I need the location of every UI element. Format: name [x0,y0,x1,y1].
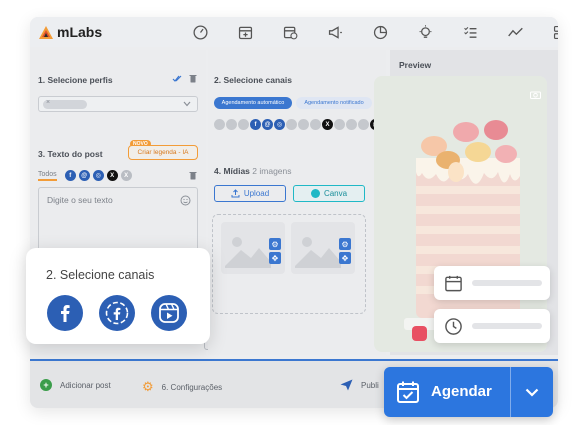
chevron-down-icon[interactable] [525,388,539,397]
checklist-icon[interactable] [448,17,493,47]
channel-icons-row: f @ ◎ X @ [214,119,381,130]
channel-icon[interactable] [214,119,225,130]
chevron-down-icon[interactable] [183,101,191,107]
calendar-icon [445,275,462,292]
brand-name: mLabs [57,24,103,40]
instagram-icon[interactable]: ◎ [92,170,104,181]
facebook-reels-icon[interactable] [151,295,187,331]
apps-icon[interactable] [538,17,558,47]
channel-icon[interactable] [238,119,249,130]
pie-chart-icon[interactable] [358,17,403,47]
trash-icon[interactable] [189,74,197,83]
channel-icon[interactable] [334,119,345,130]
x-icon[interactable]: X [322,119,333,130]
tab-all[interactable]: Todos [38,171,57,181]
facebook-icon[interactable] [47,295,83,331]
time-placeholder-bar [472,323,542,329]
send-icon [340,379,353,391]
upload-label: Upload [243,189,270,198]
settings-label: 6. Configurações [161,382,223,392]
gear-icon: ⚙ [142,379,154,394]
channel-icon[interactable] [346,119,357,130]
publish-label: Publi [361,380,379,390]
camera-icon[interactable] [530,90,541,99]
trash-icon[interactable] [189,171,197,180]
clock-icon [445,318,462,335]
main-toolbar [178,17,558,47]
popup-title: 2. Selecione canais [46,268,155,282]
plus-icon: + [40,379,52,391]
post-text-placeholder: Digite o seu texto [47,195,113,205]
x-disabled-icon[interactable]: X [120,170,132,181]
channels-title: 2. Selecione canais [214,75,292,85]
button-divider [510,367,511,417]
canva-label: Canva [323,189,348,198]
double-check-icon[interactable] [172,75,182,83]
ai-caption-button[interactable]: Criar legenda - IA [128,145,198,160]
schedule-button-label: Agendar [431,383,492,400]
move-icon[interactable]: ✥ [269,252,281,264]
upload-icon [231,189,240,198]
media-title: 4. Mídias 2 imagens [214,166,292,176]
profiles-title: 1. Selecione perfis [38,75,113,85]
calendar-check-icon [397,381,419,403]
schedule-button[interactable]: Agendar [384,367,553,417]
media-count: 2 imagens [252,166,292,176]
channel-icon[interactable] [298,119,309,130]
threads-icon[interactable]: @ [78,170,90,181]
calendar-add-icon[interactable] [223,17,268,47]
publish-button[interactable]: Publi [340,379,379,391]
channel-icon[interactable] [358,119,369,130]
settings-button[interactable]: ⚙ 6. Configurações [142,379,222,395]
notified-schedule-option[interactable]: Agendamento notificado [296,97,372,109]
channel-icon[interactable] [226,119,237,130]
profile-badge [412,326,427,341]
add-post-label: Adicionar post [60,380,111,390]
facebook-icon[interactable]: f [250,119,261,130]
preview-title: Preview [399,60,432,70]
dashboard-icon[interactable] [178,17,223,47]
calendar-clock-icon[interactable] [268,17,313,47]
x-icon[interactable]: X [106,170,118,181]
threads-icon[interactable]: @ [262,119,273,130]
media-thumbnail[interactable]: ⚙ ✥ [291,222,355,274]
gear-icon[interactable]: ⚙ [269,238,281,250]
schedule-date-card[interactable] [434,266,550,300]
canva-icon [310,189,320,198]
channel-select-popup: 2. Selecione canais [26,248,210,344]
top-bar: mLabs [30,17,558,47]
selected-profile-chip[interactable]: × [43,99,87,109]
logo[interactable]: mLabs [38,24,102,40]
channel-icon[interactable] [310,119,321,130]
upload-button[interactable]: Upload [214,185,286,202]
media-title-text: 4. Mídias [214,166,250,176]
media-thumbnail[interactable]: ⚙ ✥ [221,222,285,274]
image-placeholder-icon [295,237,341,268]
lightbulb-icon[interactable] [403,17,448,47]
date-placeholder-bar [472,280,542,286]
post-text-title: 3. Texto do post [38,149,103,159]
auto-schedule-option[interactable]: Agendamento automático [214,97,292,109]
facebook-icon[interactable]: f [64,170,76,181]
chip-close-icon[interactable]: × [46,99,50,106]
mlabs-logo-icon [39,25,53,39]
media-dropzone[interactable]: ⚙ ✥ ⚙ ✥ [212,214,366,314]
trend-icon[interactable] [493,17,538,47]
image-placeholder-icon [225,237,271,268]
tiktok-icon[interactable] [286,119,297,130]
add-post-button[interactable]: + Adicionar post [40,379,111,391]
network-tabs: Todos f @ ◎ X X [38,170,132,181]
emoji-icon[interactable] [180,195,191,206]
profile-select[interactable]: × [38,96,198,112]
facebook-stories-icon[interactable] [99,295,135,331]
gear-icon[interactable]: ⚙ [339,238,351,250]
canva-button[interactable]: Canva [293,185,365,202]
channels-and-media-panel: 2. Selecione canais Agendamento automáti… [208,50,386,355]
megaphone-icon[interactable] [313,17,358,47]
move-icon[interactable]: ✥ [339,252,351,264]
schedule-time-card[interactable] [434,309,550,343]
instagram-icon[interactable]: ◎ [274,119,285,130]
